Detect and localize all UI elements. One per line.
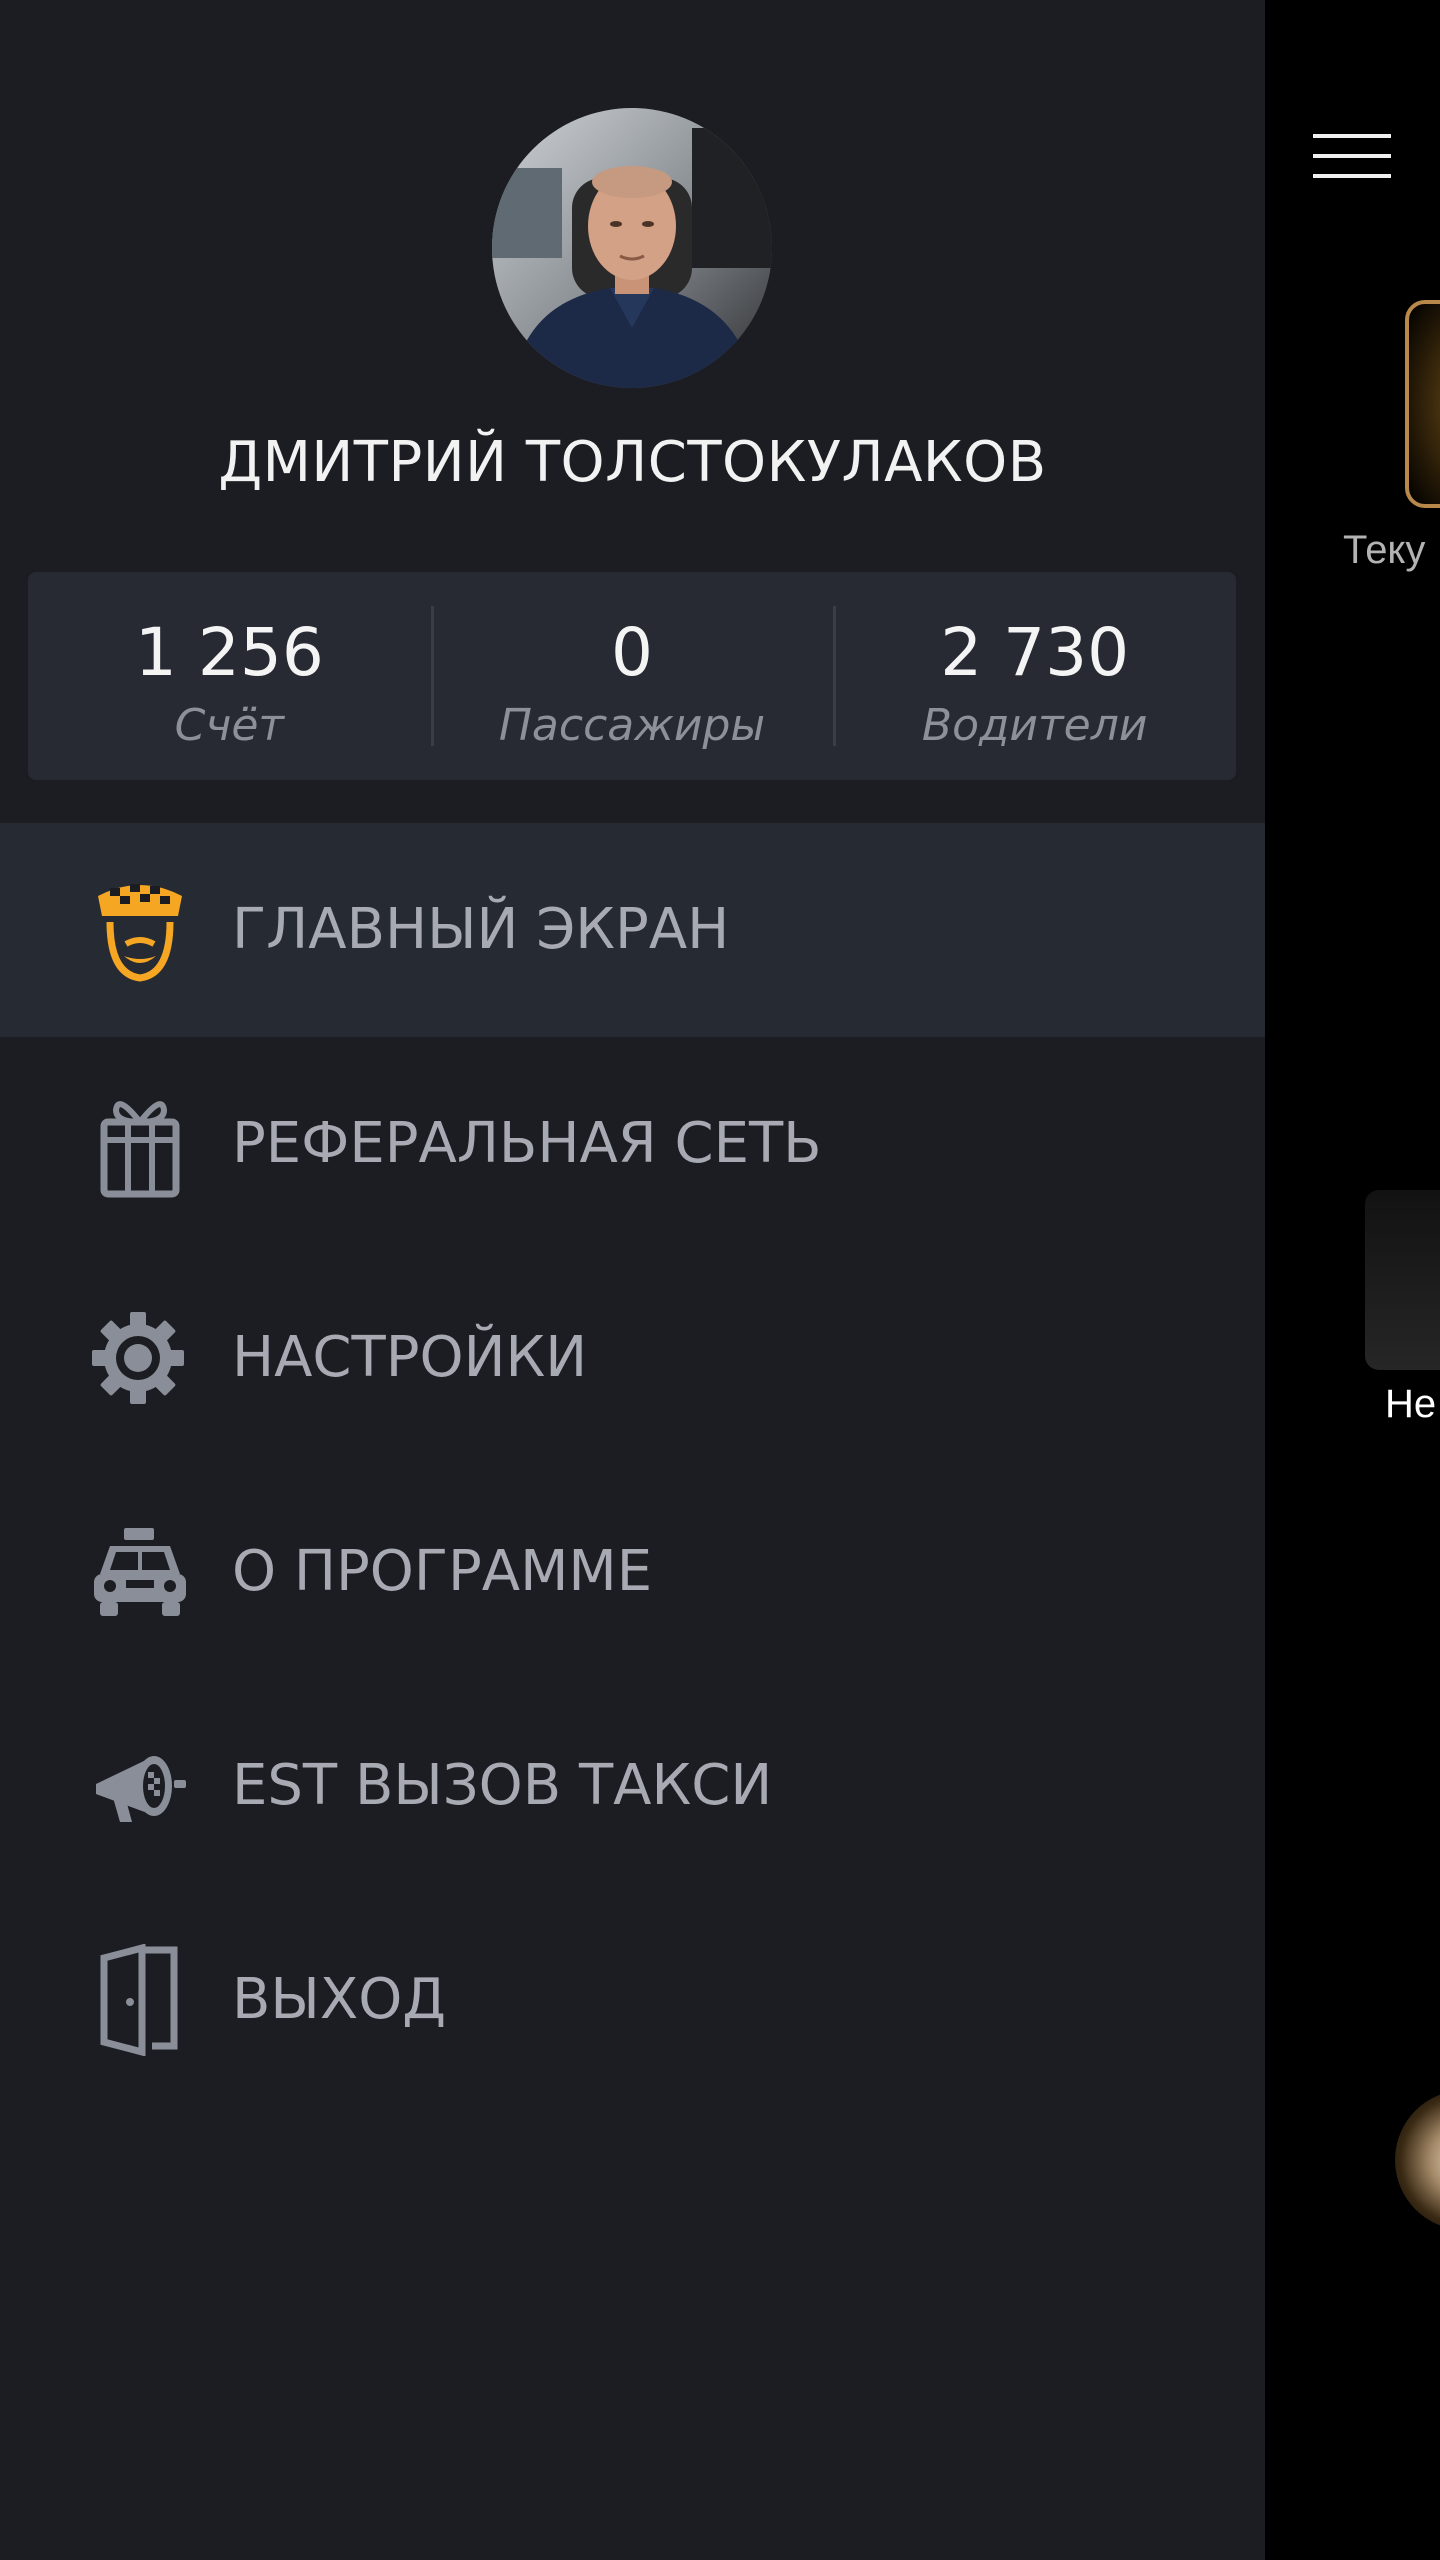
exit-door-icon — [90, 1944, 190, 2056]
app-screen: ДМИТРИЙ ТОЛСТОКУЛАКОВ 1 256 Счёт 0 Пасса… — [0, 0, 1440, 2560]
menu-item-est-taxi-call[interactable]: EST ВЫЗОВ ТАКСИ — [0, 1679, 1265, 1893]
gift-icon — [90, 1088, 190, 1200]
menu-item-exit[interactable]: ВЫХОД — [0, 1893, 1265, 2107]
stat-balance-value: 1 256 — [134, 614, 324, 691]
stat-balance-label: Счёт — [174, 700, 285, 751]
stat-passengers-label: Пассажиры — [498, 700, 766, 751]
user-name: ДМИТРИЙ ТОЛСТОКУЛАКОВ — [218, 430, 1047, 495]
order-tile-label: Не — [1385, 1382, 1437, 1426]
menu-item-label: НАСТРОЙКИ — [232, 1325, 588, 1390]
order-tile-icon[interactable] — [1365, 1190, 1440, 1370]
avatar-photo — [492, 108, 772, 388]
menu-item-about[interactable]: О ПРОГРАММЕ — [0, 1465, 1265, 1679]
current-order-label: Теку — [1343, 528, 1426, 572]
stat-passengers[interactable]: 0 Пассажиры — [430, 572, 834, 780]
hamburger-menu-icon[interactable] — [1313, 128, 1393, 184]
stat-drivers-label: Водители — [921, 700, 1148, 751]
stat-balance[interactable]: 1 256 Счёт — [28, 572, 431, 780]
stat-drivers-value: 2 730 — [940, 614, 1130, 691]
driver-cap-icon — [90, 874, 190, 986]
avatar[interactable] — [492, 108, 772, 388]
menu-item-label: ГЛАВНЫЙ ЭКРАН — [232, 897, 730, 962]
menu-item-label: EST ВЫЗОВ ТАКСИ — [232, 1753, 773, 1818]
navigation-drawer: ДМИТРИЙ ТОЛСТОКУЛАКОВ 1 256 Счёт 0 Пасса… — [0, 0, 1265, 2560]
menu-item-label: РЕФЕРАЛЬНАЯ СЕТЬ — [232, 1111, 822, 1176]
stats-panel: 1 256 Счёт 0 Пассажиры 2 730 Водители — [28, 572, 1236, 780]
stat-drivers[interactable]: 2 730 Водители — [833, 572, 1236, 780]
gear-icon — [90, 1302, 190, 1414]
stat-passengers-value: 0 — [611, 614, 653, 691]
taxi-car-icon — [90, 1516, 190, 1628]
menu-item-label: О ПРОГРАММЕ — [232, 1539, 653, 1604]
menu-item-settings[interactable]: НАСТРОЙКИ — [0, 1251, 1265, 1465]
bottom-tile-icon[interactable] — [1395, 2090, 1440, 2230]
menu-item-referral-network[interactable]: РЕФЕРАЛЬНАЯ СЕТЬ — [0, 1037, 1265, 1251]
menu-item-main-screen[interactable]: ГЛАВНЫЙ ЭКРАН — [0, 823, 1265, 1037]
menu-item-label: ВЫХОД — [232, 1967, 447, 2032]
current-order-icon[interactable] — [1405, 300, 1440, 508]
main-screen-peek: Теку Не — [1265, 0, 1440, 2560]
megaphone-icon — [90, 1730, 190, 1842]
